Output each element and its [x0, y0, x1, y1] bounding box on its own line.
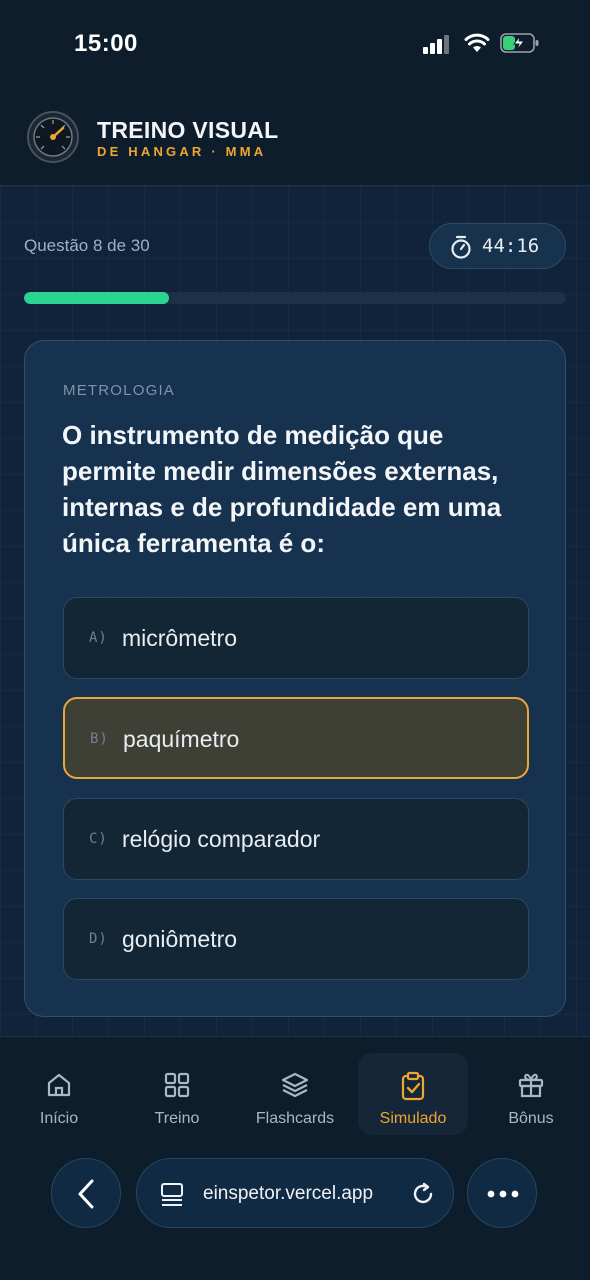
- brand-title: TREINO VISUAL: [97, 117, 279, 143]
- question-text: O instrumento de medição que permite med…: [62, 420, 502, 558]
- option-letter: A): [89, 630, 108, 646]
- question-card: METROLOGIA O instrumento de medição que …: [24, 340, 566, 1017]
- url-text: einspetor.vercel.app: [203, 1183, 374, 1204]
- cellular-signal-icon: [423, 34, 451, 54]
- brand-subtitle: DE HANGAR · MMA: [97, 144, 267, 159]
- chevron-left-icon: [78, 1179, 94, 1209]
- gift-icon: [518, 1073, 544, 1098]
- option-letter: C): [89, 831, 108, 847]
- clipboard-check-icon: [401, 1071, 425, 1101]
- progress-bar: [24, 292, 566, 304]
- timer-badge: 44:16: [429, 223, 566, 269]
- layers-icon: [281, 1072, 309, 1098]
- wifi-icon: [464, 33, 490, 52]
- answer-option-d[interactable]: D) goniômetro: [63, 898, 529, 980]
- browser-more-button[interactable]: [467, 1158, 537, 1228]
- battery-charging-icon: [500, 33, 539, 53]
- option-text: relógio comparador: [122, 826, 321, 852]
- nav-label: Início: [39, 1110, 79, 1127]
- grid-icon: [164, 1072, 190, 1098]
- timer-value: 44:16: [482, 235, 540, 257]
- nav-item-bonus[interactable]: Bônus: [476, 1053, 586, 1135]
- option-letter: D): [89, 931, 108, 947]
- app-header: TREINO VISUAL DE HANGAR · MMA: [0, 90, 590, 186]
- nav-label: Bônus: [508, 1110, 554, 1127]
- answer-option-b[interactable]: B) paquímetro: [63, 697, 529, 779]
- nav-item-simulado[interactable]: Simulado: [358, 1053, 468, 1135]
- nav-label: Treino: [154, 1110, 200, 1127]
- nav-label: Simulado: [379, 1110, 447, 1127]
- tabs-icon: [161, 1183, 183, 1206]
- more-dots-icon: [487, 1190, 519, 1198]
- question-category: METROLOGIA: [63, 382, 176, 399]
- option-letter: B): [90, 731, 109, 747]
- gauge-logo-icon: [27, 111, 79, 163]
- nav-item-treino[interactable]: Treino: [122, 1053, 232, 1135]
- answer-option-a[interactable]: A) micrômetro: [63, 597, 529, 679]
- question-counter: Questão 8 de 30: [24, 236, 150, 255]
- reload-icon[interactable]: [409, 1180, 437, 1208]
- stopwatch-icon: [451, 235, 471, 259]
- answer-option-c[interactable]: C) relógio comparador: [63, 798, 529, 880]
- nav-label: Flashcards: [255, 1110, 335, 1127]
- browser-address-bar[interactable]: einspetor.vercel.app: [136, 1158, 454, 1228]
- status-time: 15:00: [74, 30, 138, 57]
- progress-fill: [24, 292, 169, 304]
- status-bar: 15:00: [0, 0, 590, 90]
- option-text: goniômetro: [122, 926, 238, 952]
- nav-item-inicio[interactable]: Início: [4, 1053, 114, 1135]
- browser-back-button[interactable]: [51, 1158, 121, 1228]
- option-text: paquímetro: [123, 726, 240, 752]
- home-icon: [47, 1073, 71, 1097]
- nav-item-flashcards[interactable]: Flashcards: [240, 1053, 350, 1135]
- option-text: micrômetro: [122, 625, 238, 651]
